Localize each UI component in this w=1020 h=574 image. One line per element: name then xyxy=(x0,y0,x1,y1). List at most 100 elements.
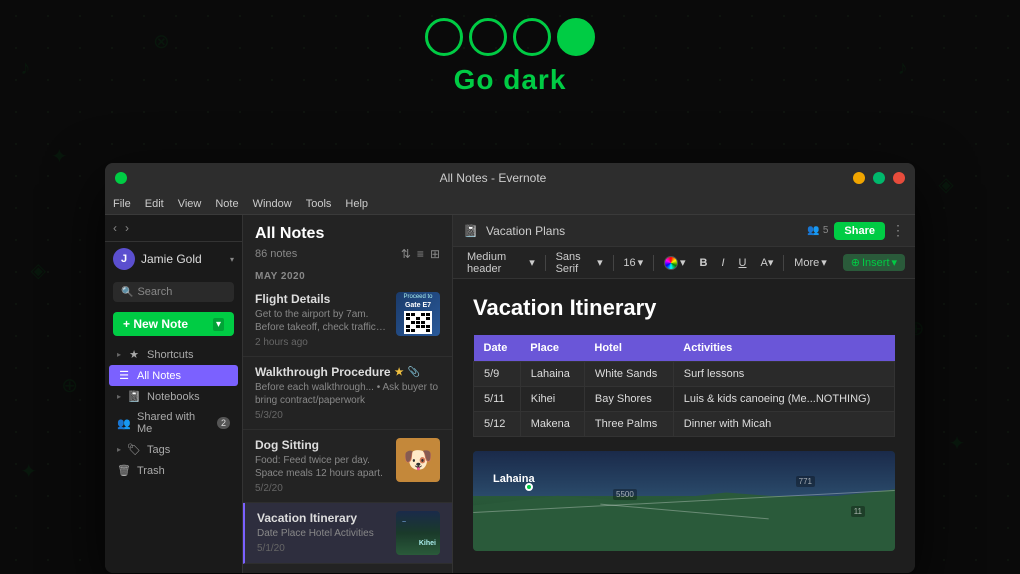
row3-activities: Dinner with Micah xyxy=(673,412,894,437)
row2-hotel: Bay Shores xyxy=(584,387,673,412)
sidebar-item-shared[interactable]: 👥 Shared with Me 2 xyxy=(109,407,238,439)
note-preview-vacation: Date Place Hotel Activities xyxy=(257,527,388,540)
col-activities: Activities xyxy=(673,335,894,362)
filter-icon[interactable]: ≡ xyxy=(417,247,424,261)
font-family-dropdown[interactable]: Sans Serif ▾ xyxy=(552,249,607,277)
logo-circle-3 xyxy=(513,18,551,56)
search-icon: 🔍 xyxy=(121,287,133,298)
evernote-icon xyxy=(115,172,127,184)
logo-circle-1 xyxy=(425,18,463,56)
menu-help[interactable]: Help xyxy=(345,198,368,210)
note-card-walkthrough[interactable]: Walkthrough Procedure ★ 📎 Before each wa… xyxy=(243,357,452,430)
note-card-vacation[interactable]: Vacation Itinerary Date Place Hotel Acti… xyxy=(243,503,452,564)
sort-icon[interactable]: ⇅ xyxy=(401,247,411,261)
editor-header: 📓 Vacation Plans 👥 5 Share ⋮ xyxy=(453,215,915,247)
more-options-button[interactable]: ⋮ xyxy=(891,222,905,239)
bold-button[interactable]: B xyxy=(696,255,712,271)
sidebar-item-notebooks[interactable]: ▸ 📓 Notebooks xyxy=(109,386,238,407)
note-content-business: Business Strategy xyxy=(255,572,440,573)
editor-toolbar: Medium header ▾ Sans Serif ▾ 16 ▾ ▾ xyxy=(453,247,915,279)
note-card-flight[interactable]: Flight Details Get to the airport by 7am… xyxy=(243,284,452,357)
note-thumb-dog: 🐶 xyxy=(396,438,440,482)
forward-arrow[interactable]: › xyxy=(125,221,129,235)
menu-edit[interactable]: Edit xyxy=(145,198,164,210)
avatar: J xyxy=(113,248,135,270)
notes-count-bar: 86 notes ⇅ ≡ ⊞ xyxy=(255,247,440,261)
header-area: Go dark xyxy=(0,18,1020,96)
minimize-button[interactable] xyxy=(853,172,865,184)
vacation-table: Date Place Hotel Activities 5/9 Lahaina … xyxy=(473,335,895,437)
row1-date: 5/9 xyxy=(474,362,521,387)
notes-actions: ⇅ ≡ ⊞ xyxy=(401,247,440,261)
search-bar[interactable]: 🔍 Search xyxy=(113,282,234,302)
note-preview-dog: Food: Feed twice per day. Space meals 12… xyxy=(255,454,388,480)
sidebar-item-all-notes[interactable]: ☰ All Notes xyxy=(109,365,238,386)
toolbar-sep-2 xyxy=(613,255,614,271)
note-title-dog: Dog Sitting xyxy=(255,438,388,452)
shared-icon: 👥 xyxy=(117,417,131,430)
star-badge: ★ xyxy=(395,367,404,378)
share-button[interactable]: Share xyxy=(834,222,885,240)
col-place: Place xyxy=(520,335,584,362)
title-bar: All Notes - Evernote xyxy=(105,163,915,193)
user-section[interactable]: J Jamie Gold ▾ xyxy=(105,242,242,276)
tagline-plain: Go xyxy=(454,64,504,95)
map-pin-lahaina xyxy=(525,483,533,491)
italic-button[interactable]: I xyxy=(717,255,728,271)
tags-icon: 🏷 xyxy=(127,443,141,456)
color-picker[interactable]: ▾ xyxy=(660,254,690,272)
map-area: Lahaina 5500 771 11 xyxy=(473,451,895,551)
note-card-dog[interactable]: Dog Sitting Food: Feed twice per day. Sp… xyxy=(243,430,452,503)
more-toolbar-button[interactable]: More ▾ xyxy=(790,254,831,271)
sidebar-label-tags: Tags xyxy=(147,444,230,456)
sidebar-item-tags[interactable]: ▸ 🏷 Tags xyxy=(109,439,238,460)
menu-note[interactable]: Note xyxy=(215,198,238,210)
sidebar-label-trash: Trash xyxy=(137,465,230,477)
note-thumb-flight: Proceed to Gate E7 xyxy=(396,292,440,336)
col-hotel: Hotel xyxy=(584,335,673,362)
share-count: 5 xyxy=(823,225,829,236)
insert-button[interactable]: ⊕ Insert ▾ xyxy=(843,254,905,271)
logo-circle-2 xyxy=(469,18,507,56)
toolbar-sep-3 xyxy=(653,255,654,271)
sidebar-item-trash[interactable]: 🗑 Trash xyxy=(109,460,238,481)
sidebar-label-all-notes: All Notes xyxy=(137,370,230,382)
sidebar-item-shortcuts[interactable]: ▸ ★ Shortcuts xyxy=(109,344,238,365)
underline-button[interactable]: U xyxy=(735,255,751,271)
new-note-button[interactable]: + New Note ▾ xyxy=(113,312,234,336)
menu-window[interactable]: Window xyxy=(253,198,292,210)
notes-list: All Notes 86 notes ⇅ ≡ ⊞ MAY 2020 Flight… xyxy=(243,215,453,573)
menu-tools[interactable]: Tools xyxy=(306,198,332,210)
note-content-vacation: Vacation Itinerary Date Place Hotel Acti… xyxy=(257,511,388,555)
shared-badge: 2 xyxy=(217,417,230,429)
tagline-green: dark xyxy=(503,64,566,95)
menu-file[interactable]: File xyxy=(113,198,131,210)
row2-activities: Luis & kids canoeing (Me...NOTHING) xyxy=(673,387,894,412)
header-style-dropdown[interactable]: Medium header ▾ xyxy=(463,249,539,277)
note-time-flight: 2 hours ago xyxy=(255,337,388,348)
close-button[interactable] xyxy=(893,172,905,184)
expand-icon: ▸ xyxy=(117,350,121,359)
font-size-dropdown[interactable]: 16 ▾ xyxy=(619,254,647,271)
star-icon: ★ xyxy=(127,348,141,361)
table-row: 5/11 Kihei Bay Shores Luis & kids canoei… xyxy=(474,387,895,412)
view-icon[interactable]: ⊞ xyxy=(430,247,440,261)
editor-content[interactable]: Vacation Itinerary Date Place Hotel Acti… xyxy=(453,279,915,573)
new-note-label: + New Note xyxy=(123,317,209,331)
note-card-business[interactable]: Business Strategy xyxy=(243,564,452,573)
note-preview-walkthrough: Before each walkthrough... • Ask buyer t… xyxy=(255,381,440,407)
tagline: Go dark xyxy=(454,64,567,96)
back-arrow[interactable]: ‹ xyxy=(113,221,117,235)
note-content-flight: Flight Details Get to the airport by 7am… xyxy=(255,292,388,348)
menu-view[interactable]: View xyxy=(178,198,202,210)
map-water xyxy=(473,451,895,496)
list-icon: ☰ xyxy=(117,369,131,382)
window-controls xyxy=(853,172,905,184)
logo-circle-4 xyxy=(557,18,595,56)
sidebar-label-notebooks: Notebooks xyxy=(147,391,230,403)
color-swatch xyxy=(664,256,678,270)
font-color-button[interactable]: A▾ xyxy=(757,254,778,271)
maximize-button[interactable] xyxy=(873,172,885,184)
row2-place: Kihei xyxy=(520,387,584,412)
attach-badge: 📎 xyxy=(408,367,420,378)
